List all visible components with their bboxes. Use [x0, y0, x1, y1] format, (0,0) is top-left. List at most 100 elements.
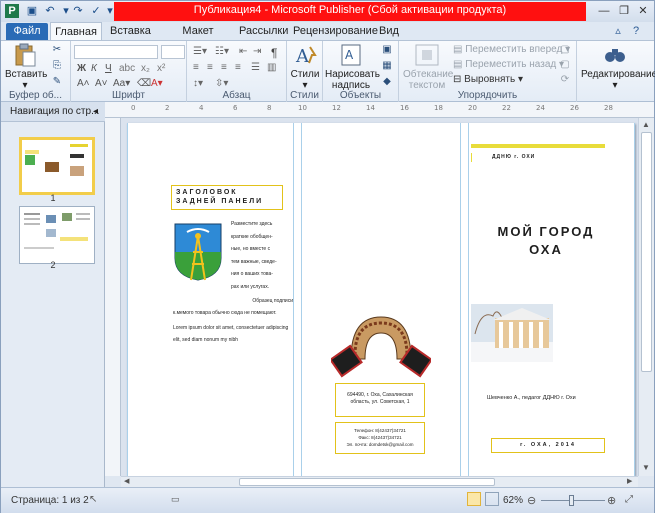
horizontal-ruler[interactable]: 0246 8 10 12 14 16 18 20 22 24 26 28 — [105, 102, 654, 118]
document-canvas[interactable]: ЗАГОЛОВОК ЗАДНЕЙ ПАНЕЛИ Разместите здесь… — [121, 118, 638, 476]
author-line[interactable]: Шевченко А., педагог ДДНЮ г. Охи — [487, 395, 617, 401]
change-case-icon[interactable]: Aa▾ — [113, 78, 130, 89]
paste-button[interactable]: Вставить ▾ — [5, 43, 47, 91]
tab-view[interactable]: Вид — [375, 22, 403, 41]
help-icon[interactable]: ? — [629, 22, 643, 41]
wrap-text-button[interactable]: Обтекание текстом — [403, 43, 453, 91]
zoom-slider-thumb[interactable] — [569, 495, 574, 506]
zoom-level[interactable]: 62% — [503, 495, 523, 506]
back-panel-text[interactable]: Разместите здесь краткие обобщен- ные, н… — [231, 218, 293, 293]
binoculars-icon — [605, 49, 625, 62]
publication-page[interactable]: ЗАГОЛОВОК ЗАДНЕЙ ПАНЕЛИ Разместите здесь… — [127, 123, 635, 476]
scroll-left-icon[interactable]: ◀ — [124, 477, 129, 485]
tab-insert[interactable]: Вставка — [110, 22, 151, 41]
ornament-picture[interactable] — [331, 309, 431, 379]
zoom-in-icon[interactable]: ⊕ — [607, 494, 616, 507]
fit-page-icon[interactable]: ⤢ — [625, 494, 633, 505]
address-box[interactable]: 694490, г. Оха, Сахалинская область, ул.… — [335, 383, 425, 417]
tab-mailings[interactable]: Рассылки — [239, 22, 288, 41]
cut-icon[interactable]: ✂ — [51, 44, 63, 56]
paragraph-spacing-icon[interactable]: ⇳▾ — [215, 78, 228, 89]
editing-button[interactable]: Редактирование ▾ — [581, 43, 655, 91]
org-name[interactable]: ДДНЮ г. ОХИ — [471, 153, 534, 162]
draw-textbox-button[interactable]: A Нарисовать надпись — [325, 43, 380, 91]
close-icon[interactable]: ✕ — [631, 2, 655, 20]
table-icon[interactable]: ▦ — [381, 60, 393, 72]
font-size-combo[interactable] — [161, 45, 185, 59]
collapse-pane-icon[interactable]: ◂ — [93, 102, 98, 121]
tab-home[interactable]: Главная — [50, 22, 102, 41]
clear-formatting-icon[interactable]: ⌫ — [137, 78, 151, 89]
scroll-up-icon[interactable]: ▲ — [642, 120, 650, 129]
underline-icon[interactable]: Ч — [105, 63, 112, 74]
horizontal-scrollbar[interactable]: ◀ ▶ — [121, 476, 638, 487]
rotate-icon[interactable]: ⟳ — [559, 74, 571, 86]
bullets-icon[interactable]: ☰▾ — [193, 46, 207, 57]
save-icon[interactable]: ▣ — [25, 4, 39, 18]
caption-text[interactable]: Образец подписи к.мемого товара обычно с… — [173, 295, 293, 319]
align-right-icon[interactable]: ≡ — [221, 62, 227, 73]
minimize-ribbon-icon[interactable]: ▵ — [612, 22, 624, 41]
decrease-indent-icon[interactable]: ⇤ — [239, 46, 247, 57]
align-button[interactable]: ⊟ Выровнять ▾ — [453, 74, 523, 85]
grow-font-icon[interactable]: A˄ — [77, 78, 90, 89]
page-indicator[interactable]: Страница: 1 из 2 — [11, 495, 89, 506]
clipboard-icon — [15, 43, 36, 67]
group-font-label: Шрифт — [112, 90, 145, 101]
paragraph-marks-icon[interactable]: ¶ — [271, 46, 277, 60]
tab-review[interactable]: Рецензирование — [293, 22, 378, 41]
format-painter-icon[interactable]: ✓ — [89, 4, 103, 18]
superscript-icon[interactable]: x² — [157, 63, 165, 74]
contacts-box[interactable]: Телефон: 8(42437)34721 Факс: 8(42437)347… — [335, 422, 425, 454]
send-backward-button[interactable]: ▤ Переместить назад ▾ — [453, 59, 564, 70]
vertical-ruler[interactable] — [105, 118, 121, 476]
subscript-icon[interactable]: x₂ — [141, 63, 150, 74]
page-thumbnail-2[interactable] — [19, 206, 95, 264]
bring-forward-button[interactable]: ▤ Переместить вперед ▾ — [453, 44, 570, 55]
shrink-font-icon[interactable]: A˅ — [95, 78, 108, 89]
bold-icon[interactable]: Ж — [77, 63, 86, 74]
tab-page-layout[interactable]: Макет страницы — [159, 22, 237, 56]
vertical-scroll-thumb[interactable] — [641, 132, 652, 372]
ungroup-icon[interactable]: ▢ — [559, 59, 571, 71]
distribute-icon[interactable]: ☰ — [251, 62, 260, 73]
increase-indent-icon[interactable]: ⇥ — [253, 46, 261, 57]
horizontal-scroll-thumb[interactable] — [239, 478, 495, 486]
building-photo[interactable] — [471, 304, 553, 362]
numbering-icon[interactable]: ☷▾ — [215, 46, 229, 57]
italic-icon[interactable]: К — [91, 63, 97, 74]
shapes-icon[interactable]: ◆ — [381, 76, 393, 88]
two-page-view-icon[interactable] — [485, 492, 499, 506]
main-title[interactable]: МОЙ ГОРОД ОХА — [471, 223, 621, 259]
vertical-scrollbar[interactable]: ▲ ▼ — [638, 118, 654, 476]
columns-icon[interactable]: ▥ — [267, 62, 276, 73]
scroll-down-icon[interactable]: ▼ — [642, 463, 650, 472]
group-objects: A Нарисовать надпись ▣ ▦ ◆ Объекты — [323, 41, 399, 102]
picture-icon[interactable]: ▣ — [381, 44, 393, 56]
strikethrough-icon[interactable]: abc — [119, 63, 135, 74]
footer-box[interactable]: г. ОХА, 2014 — [491, 438, 605, 453]
format-painter-brush-icon[interactable]: ✎ — [51, 76, 63, 88]
back-panel-title[interactable]: ЗАГОЛОВОК ЗАДНЕЙ ПАНЕЛИ — [171, 185, 283, 210]
page-thumbnail-1[interactable] — [19, 137, 95, 195]
font-color-icon[interactable]: A▾ — [151, 78, 163, 89]
line-spacing-icon[interactable]: ↕▾ — [193, 78, 203, 89]
zoom-out-icon[interactable]: ⊖ — [527, 494, 536, 507]
send-backward-label: Переместить назад — [465, 59, 557, 70]
scroll-right-icon[interactable]: ▶ — [627, 477, 632, 485]
align-center-icon[interactable]: ≡ — [207, 62, 213, 73]
page-number-2: 2 — [50, 260, 56, 270]
redo-icon[interactable]: ↷ — [71, 4, 85, 18]
justify-icon[interactable]: ≡ — [235, 62, 241, 73]
single-page-view-icon[interactable] — [467, 492, 481, 506]
tab-file[interactable]: Файл — [6, 23, 48, 40]
align-objects-icon: ⊟ — [453, 74, 465, 85]
undo-icon[interactable]: ↶ — [43, 4, 57, 18]
font-name-combo[interactable] — [74, 45, 158, 59]
styles-button[interactable]: A Стили ▾ — [289, 43, 321, 91]
copy-icon[interactable]: ⎘ — [51, 60, 63, 72]
group-objects-label: Объекты — [339, 90, 382, 101]
align-left-icon[interactable]: ≡ — [193, 62, 199, 73]
lorem-text[interactable]: Lorem ipsum dolor sit amet, consectetuer… — [173, 322, 291, 346]
group-objects-icon[interactable]: ▢ — [559, 44, 571, 56]
